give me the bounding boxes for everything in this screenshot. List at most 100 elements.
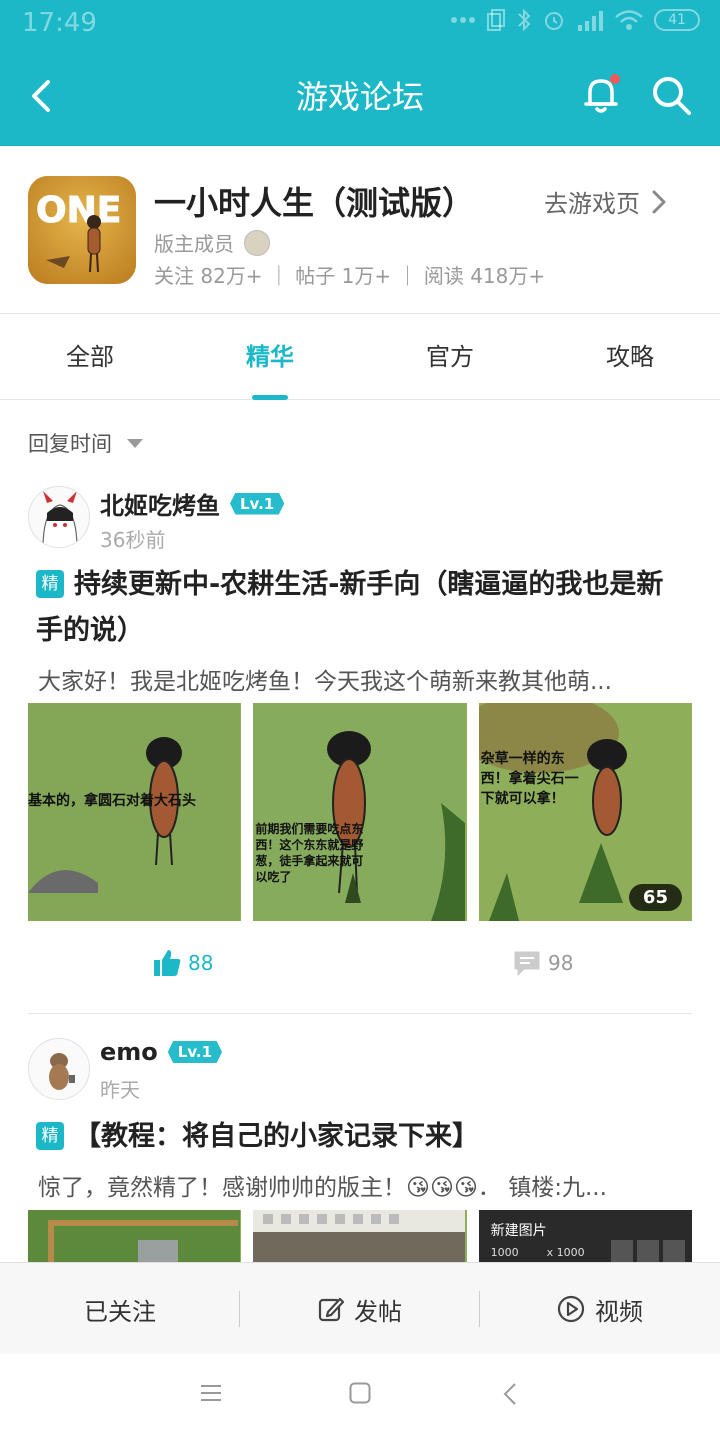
level-badge: Lv.1 (167, 1041, 223, 1063)
post-card[interactable]: emo Lv.1 昨天 精【教程：将自己的小家记录下来】 惊了，竟然精了！感谢帅… (0, 1036, 720, 1262)
active-tab-indicator (252, 395, 288, 400)
app-root: 17:49 41 游戏论坛 ONE 一小时人生（测试版） 去游戏页 版主成员 关… (0, 0, 720, 1440)
caret-down-icon (127, 439, 143, 448)
post-actions: 88 98 (0, 948, 720, 988)
comment-count: 98 (548, 951, 574, 975)
game-icon[interactable]: ONE (28, 176, 136, 284)
thumbs-up-icon (154, 950, 181, 976)
home-icon[interactable] (349, 1382, 371, 1408)
post-divider (28, 1013, 692, 1014)
avatar-image (29, 1039, 89, 1099)
status-bar: 17:49 41 (0, 0, 720, 46)
moderator-avatar[interactable] (244, 229, 270, 256)
video-button[interactable]: 视频 (480, 1263, 720, 1355)
swap-icon (610, 1240, 633, 1262)
essence-badge: 精 (36, 1122, 64, 1150)
image-art (253, 1210, 466, 1262)
play-circle-icon (557, 1295, 585, 1323)
avatar[interactable] (28, 486, 90, 548)
post-image[interactable]: 基本的，拿圆石对着大石头 (28, 703, 242, 921)
avatar-image (29, 487, 89, 547)
image-width: 1000 (490, 1246, 519, 1259)
notification-dot (610, 74, 620, 84)
moderators[interactable]: 版主成员 (154, 228, 270, 257)
status-icons: 41 (450, 8, 700, 32)
image-art (253, 703, 466, 921)
comment-button[interactable]: 98 (512, 948, 573, 978)
image-count-badge: 65 (628, 884, 682, 911)
post-image[interactable]: 前期我们需要吃点东西！这个东东就是野葱，徒手拿起来就可以吃了 (253, 703, 467, 921)
image-caption: 前期我们需要吃点东西！这个东东就是野葱，徒手拿起来就可以吃了 (255, 822, 364, 884)
moderator-label: 版主成员 (154, 232, 234, 256)
image-toolbar (610, 1240, 685, 1262)
nav-bar: 游戏论坛 (0, 46, 720, 146)
post-time: 昨天 (100, 1078, 140, 1102)
post-excerpt: 大家好！我是北姬吃烤鱼！今天我这个萌新来教其他萌... (38, 669, 612, 695)
post-title-text: 持续更新中-农耕生活-新手向（瞎逼逼的我也是新手的说） (36, 569, 664, 646)
post-title[interactable]: 精【教程：将自己的小家记录下来】 (36, 1114, 686, 1160)
tab-label: 精华 (246, 343, 294, 371)
post-author[interactable]: emo Lv.1 (100, 1038, 223, 1066)
plus-icon (662, 1240, 685, 1262)
image-title: 新建图片 (490, 1223, 547, 1239)
post-title[interactable]: 精持续更新中-农耕生活-新手向（瞎逼逼的我也是新手的说） (36, 562, 686, 654)
chevron-right-icon (652, 190, 666, 213)
bluetooth-icon (518, 8, 531, 32)
post-images: 基本的，拿圆石对着大石头 前期我们需要吃点东西！这个东东就是野葱，徒手拿起来就可… (28, 703, 692, 921)
tab-official[interactable]: 官方 (360, 315, 540, 400)
goto-game-page-link[interactable]: 去游戏页 (544, 184, 666, 219)
author-name: emo (100, 1038, 158, 1066)
post-time: 36秒前 (100, 528, 166, 552)
sort-label: 回复时间 (28, 432, 112, 456)
post-author[interactable]: 北姬吃烤鱼 Lv.1 (100, 486, 285, 521)
image-art (28, 703, 240, 921)
star-icon (636, 1240, 659, 1262)
bell-icon[interactable] (578, 72, 624, 118)
post-excerpt: 惊了，竟然精了！感谢帅帅的版主！😘😘😘． 镇楼:九... (38, 1175, 607, 1201)
essence-badge: 精 (36, 570, 64, 598)
post-title-text: 【教程：将自己的小家记录下来】 (74, 1121, 479, 1152)
image-caption: 基本的，拿圆石对着大石头 (28, 793, 196, 809)
tab-bar: 全部 精华 官方 攻略 (0, 315, 720, 400)
post-card[interactable]: 北姬吃烤鱼 Lv.1 36秒前 精持续更新中-农耕生活-新手向（瞎逼逼的我也是新… (0, 480, 720, 1015)
video-label: 视频 (595, 1297, 643, 1326)
avatar[interactable] (28, 1038, 90, 1100)
post-images: 新建图片 1000 x 1000 (28, 1210, 692, 1262)
comment-icon (514, 951, 540, 976)
level-badge: Lv.1 (230, 492, 285, 515)
search-icon[interactable] (648, 72, 694, 118)
top-bar: 17:49 41 游戏论坛 (0, 0, 720, 146)
game-header: ONE 一小时人生（测试版） 去游戏页 版主成员 关注 82万+ ｜ 帖子 1万… (0, 146, 720, 314)
more-dots-icon (451, 17, 475, 23)
battery-indicator: 41 (654, 9, 700, 31)
status-time: 17:49 (22, 8, 97, 38)
tab-essence[interactable]: 精华 (180, 315, 360, 400)
edit-icon (318, 1297, 344, 1322)
game-art: ONE (28, 176, 136, 284)
bottom-action-bar: 已关注 发帖 视频 (0, 1262, 720, 1354)
sort-dropdown[interactable]: 回复时间 (28, 428, 144, 458)
followed-button[interactable]: 已关注 (0, 1263, 240, 1355)
like-count: 88 (188, 951, 214, 975)
new-post-button[interactable]: 发帖 (240, 1263, 480, 1355)
post-image[interactable] (28, 1210, 242, 1262)
system-back-icon[interactable] (502, 1382, 518, 1410)
tab-label: 攻略 (606, 343, 654, 371)
image-height: x 1000 (546, 1246, 585, 1259)
like-button[interactable]: 88 (152, 948, 213, 978)
tab-label: 全部 (66, 343, 114, 371)
alarm-icon (545, 12, 563, 30)
tab-guides[interactable]: 攻略 (540, 315, 720, 400)
post-image[interactable] (253, 1210, 467, 1262)
game-name: 一小时人生（测试版） (154, 184, 475, 222)
tab-all[interactable]: 全部 (0, 315, 180, 400)
signal-icon (578, 11, 603, 31)
post-image[interactable]: 新建图片 1000 x 1000 (478, 1210, 692, 1262)
image-caption: 杂草一样的东西！拿着尖石一下就可以拿！ (480, 751, 579, 807)
author-name: 北姬吃烤鱼 (100, 492, 220, 520)
goto-label: 去游戏页 (544, 190, 640, 218)
post-image[interactable]: 杂草一样的东西！拿着尖石一下就可以拿！ 65 (478, 703, 692, 921)
followed-label: 已关注 (84, 1297, 156, 1326)
game-stats: 关注 82万+ ｜ 帖子 1万+ ｜ 阅读 418万+ (154, 264, 546, 288)
menu-icon[interactable] (200, 1382, 222, 1408)
